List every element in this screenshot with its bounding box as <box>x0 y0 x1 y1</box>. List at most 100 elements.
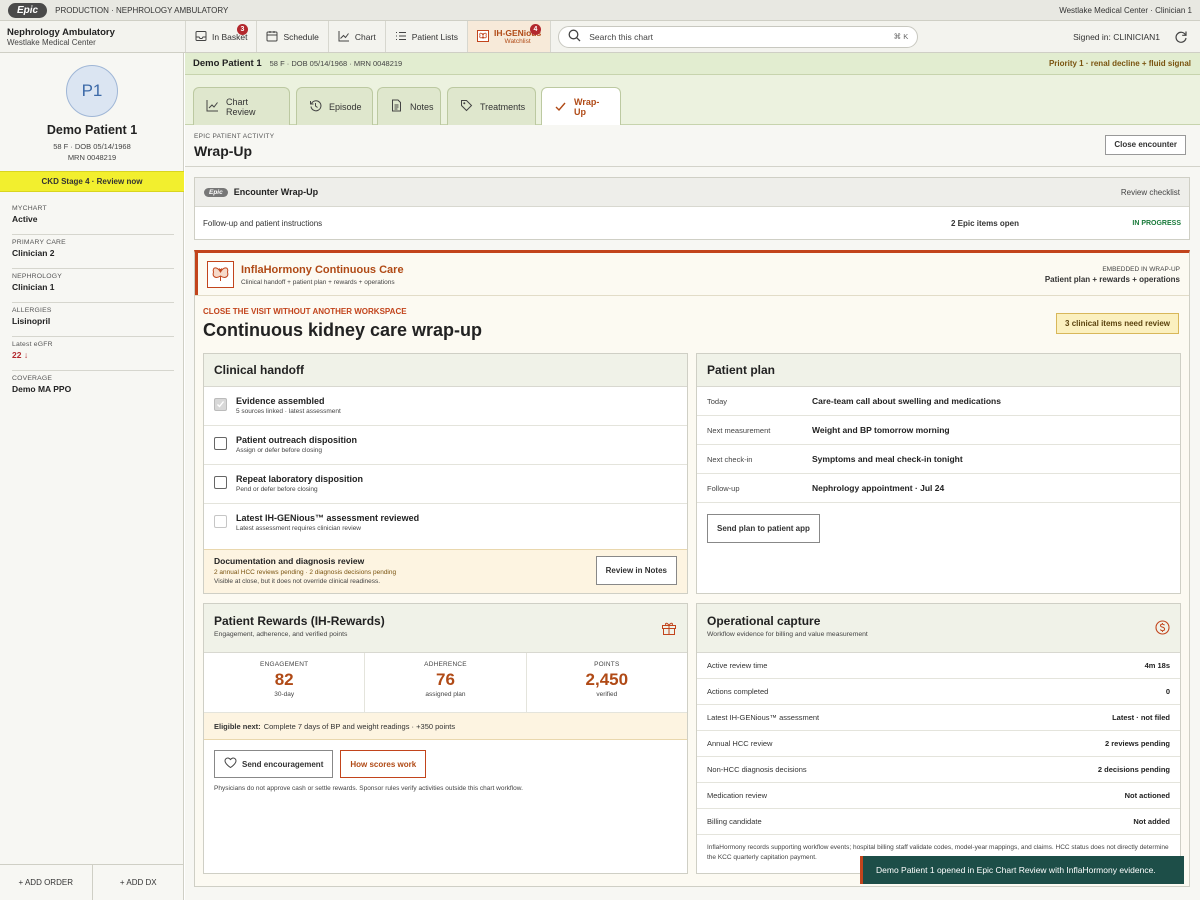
ops-value: 0 <box>1165 687 1170 696</box>
department-selector[interactable]: Nephrology Ambulatory Westlake Medical C… <box>0 21 186 52</box>
encounter-row-label: Follow-up and patient instructions <box>203 218 323 228</box>
add-dx-button[interactable]: + ADD DX <box>93 865 185 900</box>
field-value: Demo MA PPO <box>12 384 72 394</box>
patient-lists-button[interactable]: Patient Lists <box>386 21 468 52</box>
checklist-item-assessment[interactable]: Latest IH-GENious™ assessment reviewed La… <box>204 504 687 543</box>
page-title: Wrap-Up <box>194 143 253 159</box>
ih-genious-watchlist-button[interactable]: IH-GENious Watchlist 4 <box>468 21 552 52</box>
item-title: Evidence assembled <box>236 396 325 406</box>
eligible-next-banner: Eligible next: Complete 7 days of BP and… <box>204 713 687 740</box>
status-badge: IN PROGRESS <box>1132 219 1181 227</box>
ops-key: Billing candidate <box>707 817 762 826</box>
environment-label: PRODUCTION · NEPHROLOGY AMBULATORY <box>55 5 229 15</box>
egfr-field: Latest eGFR 22 ↓ <box>12 341 174 371</box>
page-eyebrow: EPIC PATIENT ACTIVITY <box>194 133 275 140</box>
operational-capture-card: Operational capture Workflow evidence fo… <box>696 603 1181 874</box>
card-subtitle: Engagement, adherence, and verified poin… <box>214 631 348 638</box>
item-title: Latest IH-GENious™ assessment reviewed <box>236 513 420 523</box>
plan-value: Nephrology appointment · Jul 24 <box>812 483 945 493</box>
field-label: COVERAGE <box>12 375 53 382</box>
primary-care-field: PRIMARY CARE Clinician 2 <box>12 239 174 269</box>
card-header: Operational capture Workflow evidence fo… <box>697 604 1180 653</box>
points-metric: POINTS 2,450 verified <box>527 653 687 712</box>
plan-value: Symptoms and meal check-in tonight <box>812 454 963 464</box>
activity-tabs: Chart Review Episode Notes Treatments Wr… <box>185 75 1200 126</box>
add-order-button[interactable]: + ADD ORDER <box>0 865 93 900</box>
tab-wrap-up[interactable]: Wrap-Up <box>541 87 621 126</box>
ops-value: Latest · not filed <box>1112 713 1170 722</box>
reward-metrics: ENGAGEMENT 82 30-day ADHERENCE 76 assigned p… <box>204 653 687 713</box>
review-in-notes-button[interactable]: Review in Notes <box>595 556 677 585</box>
tab-chart-review[interactable]: Chart Review <box>193 87 290 125</box>
ops-key: Medication review <box>707 791 768 800</box>
tab-episode[interactable]: Episode <box>296 87 373 125</box>
metric-value: 76 <box>436 670 455 689</box>
checkbox[interactable] <box>214 476 227 489</box>
item-subtitle: Pend or defer before closing <box>236 486 318 493</box>
metric-label: ENGAGEMENT <box>260 661 309 668</box>
plan-value: Weight and BP tomorrow morning <box>812 425 950 435</box>
sidebar-footer: + ADD ORDER + ADD DX <box>0 864 184 900</box>
checkbox-checked[interactable] <box>214 398 227 411</box>
plan-row-follow-up: Follow-up Nephrology appointment · Jul 24 <box>697 474 1180 503</box>
patient-sidebar: P1 Demo Patient 1 58 F · DOB 05/14/1968 … <box>0 53 184 900</box>
ops-value: Not actioned <box>1124 791 1170 800</box>
field-value: Lisinopril <box>12 316 51 326</box>
metric-value: 82 <box>274 670 294 689</box>
patient-demographics: 58 F · DOB 05/14/1968 <box>53 142 131 151</box>
ops-row: Active review time 4m 18s <box>697 653 1180 679</box>
card-title: Patient Rewards (IH-Rewards) <box>214 614 385 628</box>
ops-row: Actions completed 0 <box>697 679 1180 705</box>
mychart-field: MYCHART Active <box>12 205 174 235</box>
ops-row: Billing candidate Not added <box>697 809 1180 835</box>
in-basket-button[interactable]: In Basket 3 <box>186 21 258 52</box>
metric-value: 2,450 <box>585 670 629 689</box>
review-checklist-link[interactable]: Review checklist <box>1121 188 1180 197</box>
search-input[interactable]: Search this chart <box>589 32 885 42</box>
item-subtitle: Latest assessment requires clinician rev… <box>236 525 361 532</box>
chart-button[interactable]: Chart <box>329 21 386 52</box>
checkbox-disabled <box>214 515 227 528</box>
close-encounter-button[interactable]: Close encounter <box>1105 135 1186 155</box>
search-shortcut-hint: ⌘ K <box>893 32 909 41</box>
patient-lists-label: Patient Lists <box>411 31 458 42</box>
encounter-row[interactable]: Follow-up and patient instructions 2 Epi… <box>195 207 1189 239</box>
search-icon <box>568 29 581 44</box>
send-encouragement-button[interactable]: Send encouragement <box>214 750 334 778</box>
plan-key: Follow-up <box>707 483 740 493</box>
schedule-button[interactable]: Schedule <box>257 21 329 52</box>
tab-treatments[interactable]: Treatments <box>447 87 536 125</box>
checklist-item-evidence[interactable]: Evidence assembled 5 sources linked · lat… <box>204 387 687 426</box>
document-icon <box>390 99 403 114</box>
ops-row: Latest IH-GENious™ assessment Latest · no… <box>697 705 1180 731</box>
checkbox[interactable] <box>214 437 227 450</box>
checklist-item-lab[interactable]: Repeat laboratory disposition Pend or def… <box>204 465 687 504</box>
plan-key: Next measurement <box>707 425 771 435</box>
ops-row: Annual HCC review 2 reviews pending <box>697 731 1180 757</box>
ops-key: Non-HCC diagnosis decisions <box>707 765 807 774</box>
butterfly-icon <box>477 29 489 44</box>
item-title: Patient outreach disposition <box>236 435 358 445</box>
ops-row: Medication review Not actioned <box>697 783 1180 809</box>
toast-notification[interactable]: Demo Patient 1 opened in Epic Chart Revi… <box>860 856 1184 884</box>
ops-key: Active review time <box>707 661 768 670</box>
tab-notes[interactable]: Notes <box>377 87 441 125</box>
ops-key: Actions completed <box>707 687 769 696</box>
send-plan-button[interactable]: Send plan to patient app <box>707 514 820 543</box>
review-needed-badge[interactable]: 3 clinical items need review <box>1056 313 1179 334</box>
rewards-disclaimer: Physicians do not approve cash or settle… <box>214 785 523 792</box>
field-value: Clinician 1 <box>12 282 55 292</box>
ckd-alert-banner[interactable]: CKD Stage 4 · Review now <box>0 171 184 192</box>
ops-value: 4m 18s <box>1144 661 1170 670</box>
ops-key: Annual HCC review <box>707 739 773 748</box>
embedded-eyebrow: EMBEDDED IN WRAP-UP <box>1102 266 1180 273</box>
checklist-item-outreach[interactable]: Patient outreach disposition Assign or de… <box>204 426 687 465</box>
refresh-icon[interactable] <box>1174 30 1188 47</box>
chart-line-icon <box>206 99 219 114</box>
how-scores-work-button[interactable]: How scores work <box>340 750 427 778</box>
field-label: Latest eGFR <box>12 341 53 348</box>
clinical-handoff-card: Clinical handoff Evidence assembled 5 sou… <box>203 353 688 594</box>
chart-search-box[interactable]: Search this chart ⌘ K <box>558 25 919 48</box>
field-value: Clinician 2 <box>12 248 55 258</box>
item-subtitle: Assign or defer before closing <box>236 447 322 454</box>
